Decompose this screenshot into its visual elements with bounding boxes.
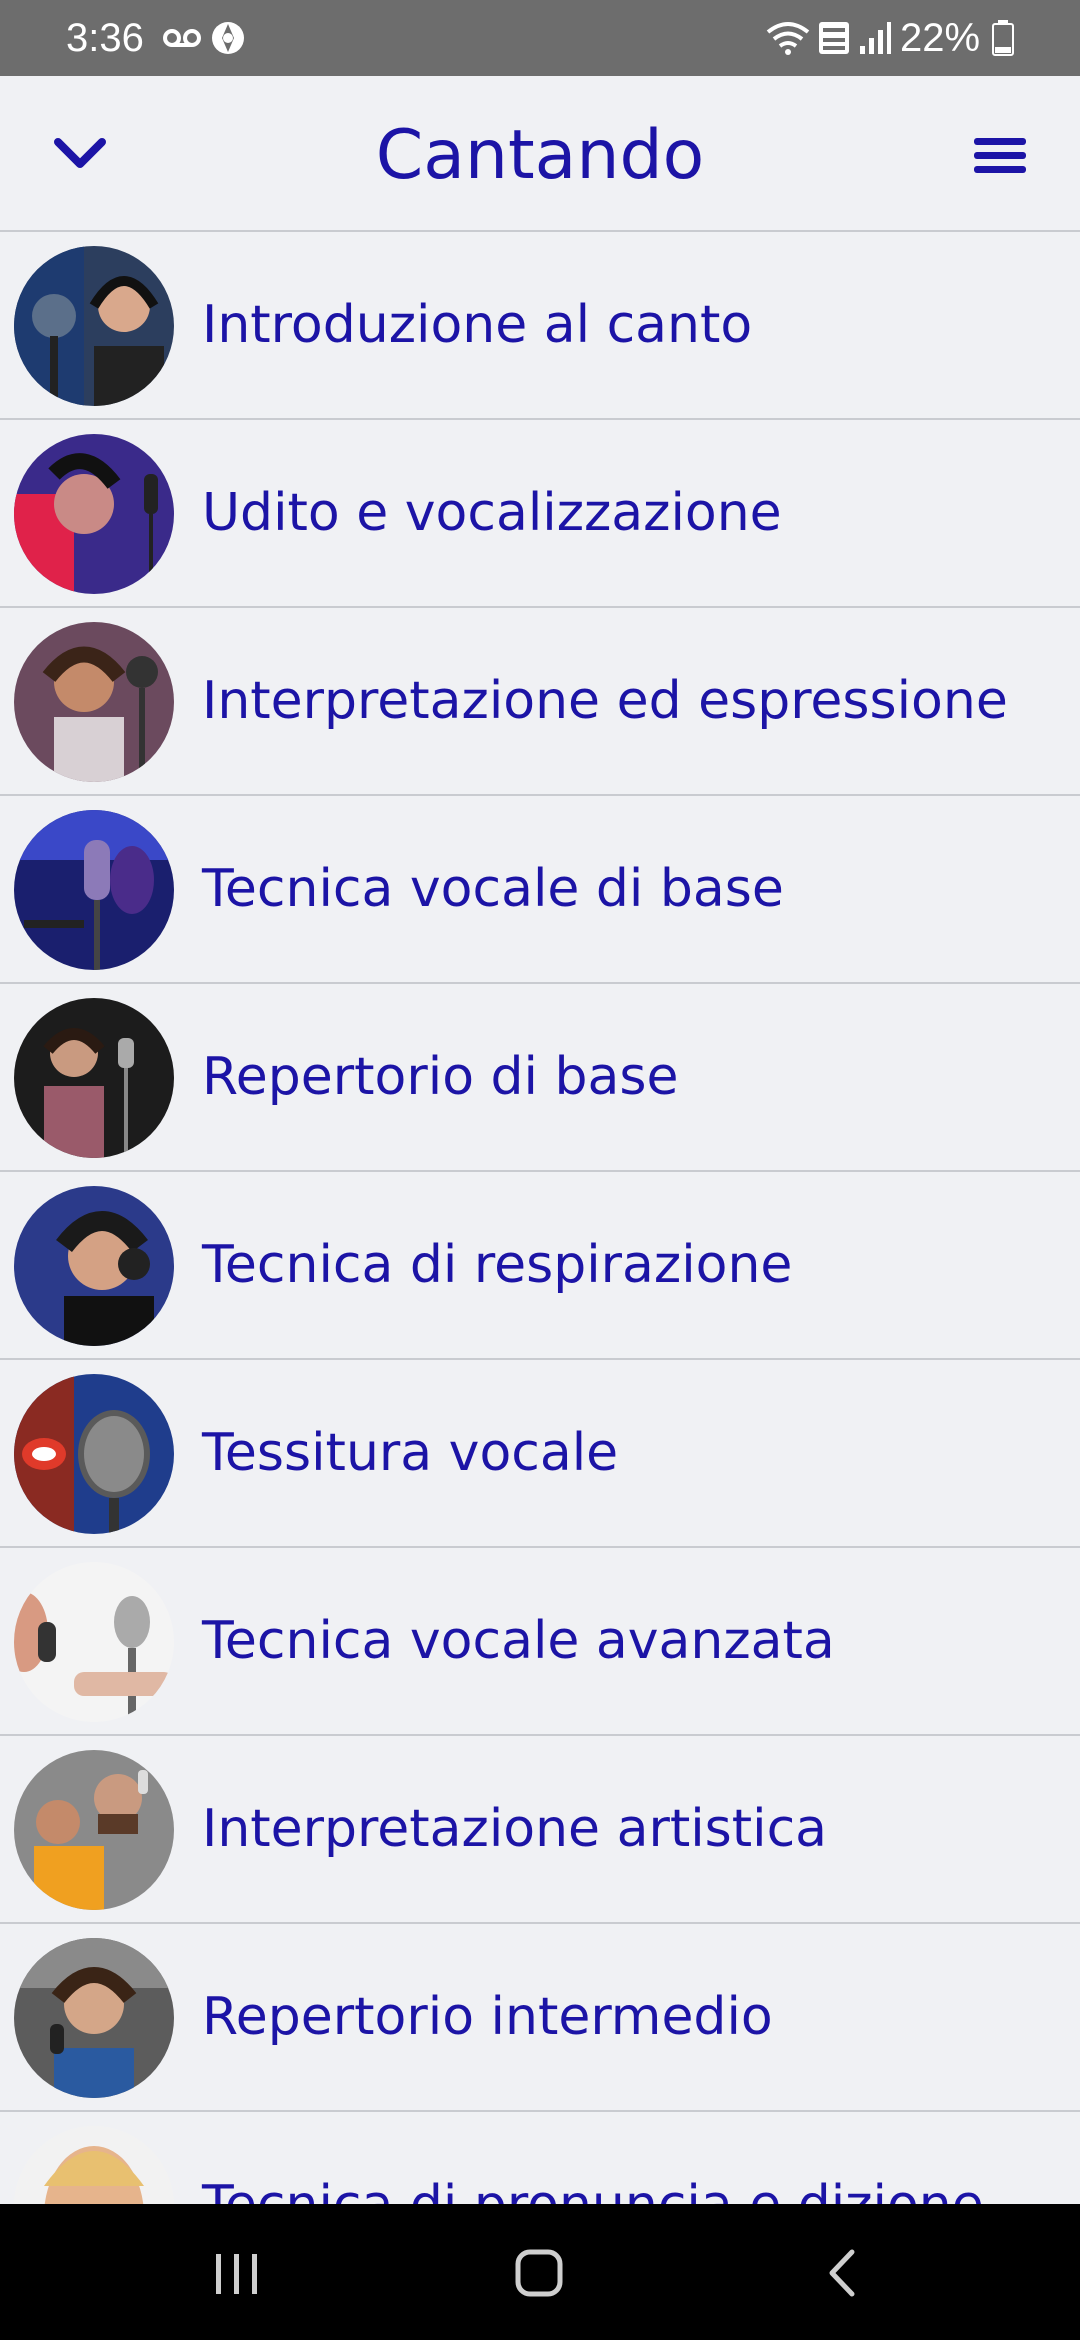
list-item-label: Tecnica vocale di base: [202, 859, 784, 919]
list-item-label: Tecnica vocale avanzata: [202, 1611, 835, 1671]
lesson-thumbnail: [14, 2126, 174, 2204]
system-navigation-bar: [0, 2204, 1080, 2340]
status-bar: 3:36 22%: [0, 0, 1080, 76]
lesson-thumbnail: [14, 1374, 174, 1534]
status-time: 3:36: [66, 16, 144, 60]
lesson-list: Introduzione al canto Udito e vocalizzaz…: [0, 232, 1080, 2204]
lesson-thumbnail: [14, 622, 174, 782]
list-item[interactable]: Tecnica di pronuncia e dizione: [0, 2112, 1080, 2204]
vpn-icon: [212, 22, 244, 54]
wifi-icon: [766, 22, 810, 55]
list-item[interactable]: Tecnica vocale di base: [0, 796, 1080, 984]
lesson-thumbnail: [14, 1750, 174, 1910]
list-item-label: Introduzione al canto: [202, 295, 753, 355]
battery-icon: [992, 20, 1014, 56]
list-item-label: Tecnica di pronuncia e dizione: [202, 2112, 984, 2204]
list-item-label: Interpretazione artistica: [202, 1799, 828, 1859]
list-item[interactable]: Interpretazione artistica: [0, 1736, 1080, 1924]
list-item-label: Interpretazione ed espressione: [202, 671, 1008, 731]
chevron-down-icon[interactable]: [40, 120, 120, 190]
list-item[interactable]: Repertorio di base: [0, 984, 1080, 1172]
voicemail-icon: [163, 29, 201, 47]
list-item-label: Repertorio di base: [202, 1047, 679, 1107]
list-item[interactable]: Udito e vocalizzazione: [0, 420, 1080, 608]
lesson-thumbnail: [14, 246, 174, 406]
list-item[interactable]: Tessitura vocale: [0, 1360, 1080, 1548]
lesson-thumbnail: [14, 810, 174, 970]
hamburger-menu-icon[interactable]: [960, 124, 1040, 188]
list-item[interactable]: Tecnica di respirazione: [0, 1172, 1080, 1360]
battery-percentage: 22%: [900, 16, 981, 60]
list-item[interactable]: Introduzione al canto: [0, 232, 1080, 420]
list-item[interactable]: Interpretazione ed espressione: [0, 608, 1080, 796]
list-item-label: Tessitura vocale: [202, 1423, 619, 1483]
home-icon[interactable]: [494, 2238, 584, 2308]
lesson-thumbnail: [14, 434, 174, 594]
lesson-thumbnail: [14, 1562, 174, 1722]
list-item-label: Repertorio intermedio: [202, 1987, 773, 2047]
list-item-label: Tecnica di respirazione: [202, 1235, 793, 1295]
list-item[interactable]: Repertorio intermedio: [0, 1924, 1080, 2112]
app-header: Cantando: [0, 76, 1080, 232]
signal-icon: [860, 22, 891, 54]
lesson-thumbnail: [14, 998, 174, 1158]
voz-wifi-icon: [819, 22, 849, 54]
list-item-label: Udito e vocalizzazione: [202, 483, 782, 543]
list-item[interactable]: Tecnica vocale avanzata: [0, 1548, 1080, 1736]
lesson-thumbnail: [14, 1938, 174, 2098]
lesson-thumbnail: [14, 1186, 174, 1346]
back-icon[interactable]: [798, 2238, 888, 2308]
page-title: Cantando: [375, 116, 705, 195]
recent-apps-icon[interactable]: [192, 2238, 282, 2308]
